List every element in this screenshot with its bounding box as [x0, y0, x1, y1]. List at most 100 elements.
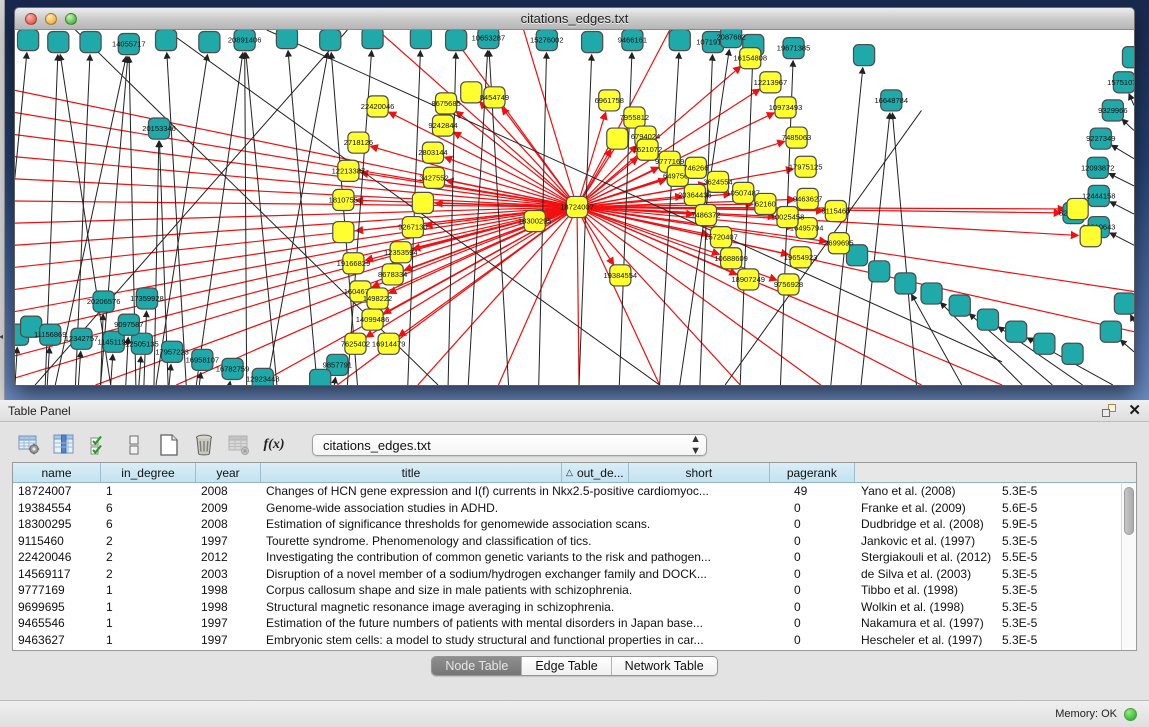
table-cell[interactable]: Yano et al. (2008) — [856, 484, 997, 498]
graph-node[interactable]: 8675685 — [431, 93, 460, 114]
minimize-button[interactable] — [45, 13, 57, 25]
table-cell[interactable]: 1997 — [196, 534, 261, 548]
import-table-disabled-icon[interactable] — [226, 432, 252, 458]
graph-node[interactable] — [362, 30, 383, 49]
graph-node[interactable]: 19654923 — [784, 247, 818, 268]
graph-node[interactable]: 20891406 — [228, 30, 262, 51]
table-cell[interactable]: 49 — [789, 484, 856, 498]
table-cell[interactable]: 0 — [789, 517, 856, 531]
graph-node[interactable] — [461, 82, 482, 103]
west-panel-collapse-strip[interactable]: ◂ — [0, 0, 5, 400]
graph-node[interactable]: 9267130 — [398, 217, 427, 238]
tab-network-table[interactable]: Network Table — [611, 657, 717, 675]
close-icon[interactable]: ✕ — [1128, 403, 1141, 418]
delete-table-icon[interactable] — [191, 432, 217, 458]
graph-node[interactable]: 6961758 — [595, 90, 624, 111]
table-cell[interactable]: 18300295 — [13, 517, 101, 531]
collapse-arrow-icon[interactable]: ◂ — [0, 332, 3, 341]
table-cell[interactable]: Dudbridge et al. (2008) — [856, 517, 997, 531]
network-window-titlebar[interactable]: citations_edges.txt — [14, 7, 1135, 30]
table-cell[interactable]: 18724007 — [13, 484, 101, 498]
table-cell[interactable]: Stergiakouli et al. (2012) — [856, 550, 997, 564]
table-cell[interactable]: 2008 — [196, 484, 261, 498]
table-cell[interactable]: 0 — [789, 616, 856, 630]
graph-node[interactable] — [1006, 321, 1027, 342]
column-header-pagerank[interactable]: pagerank — [770, 463, 855, 482]
table-cell[interactable]: Jankovic et al. (1997) — [856, 534, 997, 548]
graph-node[interactable]: 3624554 — [703, 171, 732, 192]
table-cell[interactable]: 9463627 — [13, 633, 101, 647]
graph-node[interactable] — [333, 222, 354, 243]
tab-edge-table[interactable]: Edge Table — [521, 657, 610, 675]
graph-node[interactable]: 9227349 — [1086, 128, 1115, 149]
table-cell[interactable]: 0 — [789, 600, 856, 614]
graph-node[interactable]: 22420046 — [361, 96, 395, 117]
graph-node[interactable]: 9115460 — [821, 200, 850, 221]
graph-node[interactable]: 9329966 — [1098, 100, 1127, 121]
table-cell[interactable]: Corpus callosum shape and size in male p… — [261, 583, 789, 597]
table-cell[interactable]: 1 — [101, 600, 196, 614]
graph-node[interactable]: 14055717 — [112, 34, 146, 55]
graph-node[interactable]: 2718126 — [344, 132, 373, 153]
create-new-table-icon[interactable] — [156, 432, 182, 458]
row-selection-mode-icon[interactable] — [86, 432, 112, 458]
graph-node[interactable]: 16648784 — [874, 90, 908, 111]
graph-node[interactable]: 3427552 — [419, 167, 448, 188]
table-cell[interactable]: Investigating the contribution of common… — [261, 550, 789, 564]
table-cell[interactable]: 5.9E-5 — [997, 517, 1082, 531]
network-graph[interactable]: 1405571720891406106532871527600294661611… — [15, 30, 1134, 385]
graph-node[interactable] — [1114, 293, 1134, 314]
table-cell[interactable]: 9115460 — [13, 534, 101, 548]
graph-node[interactable]: 10973493 — [769, 97, 803, 118]
graph-node[interactable]: 2087682 — [716, 30, 745, 48]
graph-node[interactable] — [669, 30, 690, 51]
table-cell[interactable]: 1997 — [196, 616, 261, 630]
function-builder-icon[interactable]: f(x) — [261, 432, 287, 458]
table-cell[interactable]: 5.5E-5 — [997, 550, 1082, 564]
graph-node[interactable]: 1498222 — [363, 288, 392, 309]
table-cell[interactable]: Structural magnetic resonance image aver… — [261, 600, 789, 614]
graph-node[interactable]: 1810755 — [329, 189, 358, 210]
graph-node[interactable] — [1100, 321, 1121, 342]
column-header-title[interactable]: title — [261, 463, 562, 482]
table-cell[interactable]: Embryonic stem cells: a model to study s… — [261, 633, 789, 647]
graph-node[interactable]: 17359928 — [130, 288, 164, 309]
table-cell[interactable]: 9777169 — [13, 583, 101, 597]
table-cell[interactable]: 6 — [101, 517, 196, 531]
graph-node[interactable]: 746266 — [683, 157, 708, 178]
graph-node[interactable]: 12923448 — [246, 368, 280, 385]
graph-node[interactable] — [1034, 333, 1055, 354]
zoom-button[interactable] — [65, 13, 77, 25]
table-cell[interactable]: 1998 — [196, 600, 261, 614]
table-cell[interactable]: Estimation of significance thresholds fo… — [261, 517, 789, 531]
graph-node[interactable]: 7625402 — [341, 333, 370, 354]
table-cell[interactable]: 22420046 — [13, 550, 101, 564]
table-cell[interactable]: Hescheler et al. (1997) — [856, 633, 997, 647]
table-cell[interactable]: 0 — [789, 583, 856, 597]
table-cell[interactable]: de Silva et al. (2003) — [856, 567, 997, 581]
table-cell[interactable]: 0 — [789, 633, 856, 647]
vertical-scrollbar[interactable] — [1121, 484, 1136, 650]
graph-node[interactable]: 15751074 — [1107, 72, 1134, 93]
graph-node[interactable] — [199, 32, 220, 53]
table-cell[interactable]: 0 — [789, 501, 856, 515]
graph-node[interactable] — [1067, 198, 1088, 219]
toggle-rows-icon[interactable] — [121, 432, 147, 458]
graph-node[interactable]: 9242844 — [428, 115, 457, 136]
column-header-name[interactable]: name — [13, 463, 101, 482]
table-row[interactable]: 1938455462009Genome-wide association stu… — [13, 500, 1136, 517]
column-header-year[interactable]: year — [196, 463, 261, 482]
graph-node[interactable]: 18907249 — [731, 269, 765, 290]
table-cell[interactable]: 9465546 — [13, 616, 101, 630]
graph-node[interactable]: 10653287 — [472, 30, 506, 49]
graph-node[interactable]: 16782759 — [216, 358, 250, 379]
graph-node[interactable]: 9756928 — [774, 274, 803, 295]
table-cell[interactable]: Genome-wide association studies in ADHD. — [261, 501, 789, 515]
column-header-short[interactable]: short — [629, 463, 770, 482]
graph-node[interactable]: 2803144 — [418, 142, 447, 163]
close-button[interactable] — [25, 13, 37, 25]
table-row[interactable]: 1872400712008Changes of HCN gene express… — [13, 483, 1136, 500]
table-cell[interactable]: Wolkin et al. (1998) — [856, 600, 997, 614]
table-cell[interactable]: 5.3E-5 — [997, 534, 1082, 548]
network-table-select[interactable]: citations_edges.txt ▲▼ — [312, 434, 707, 456]
